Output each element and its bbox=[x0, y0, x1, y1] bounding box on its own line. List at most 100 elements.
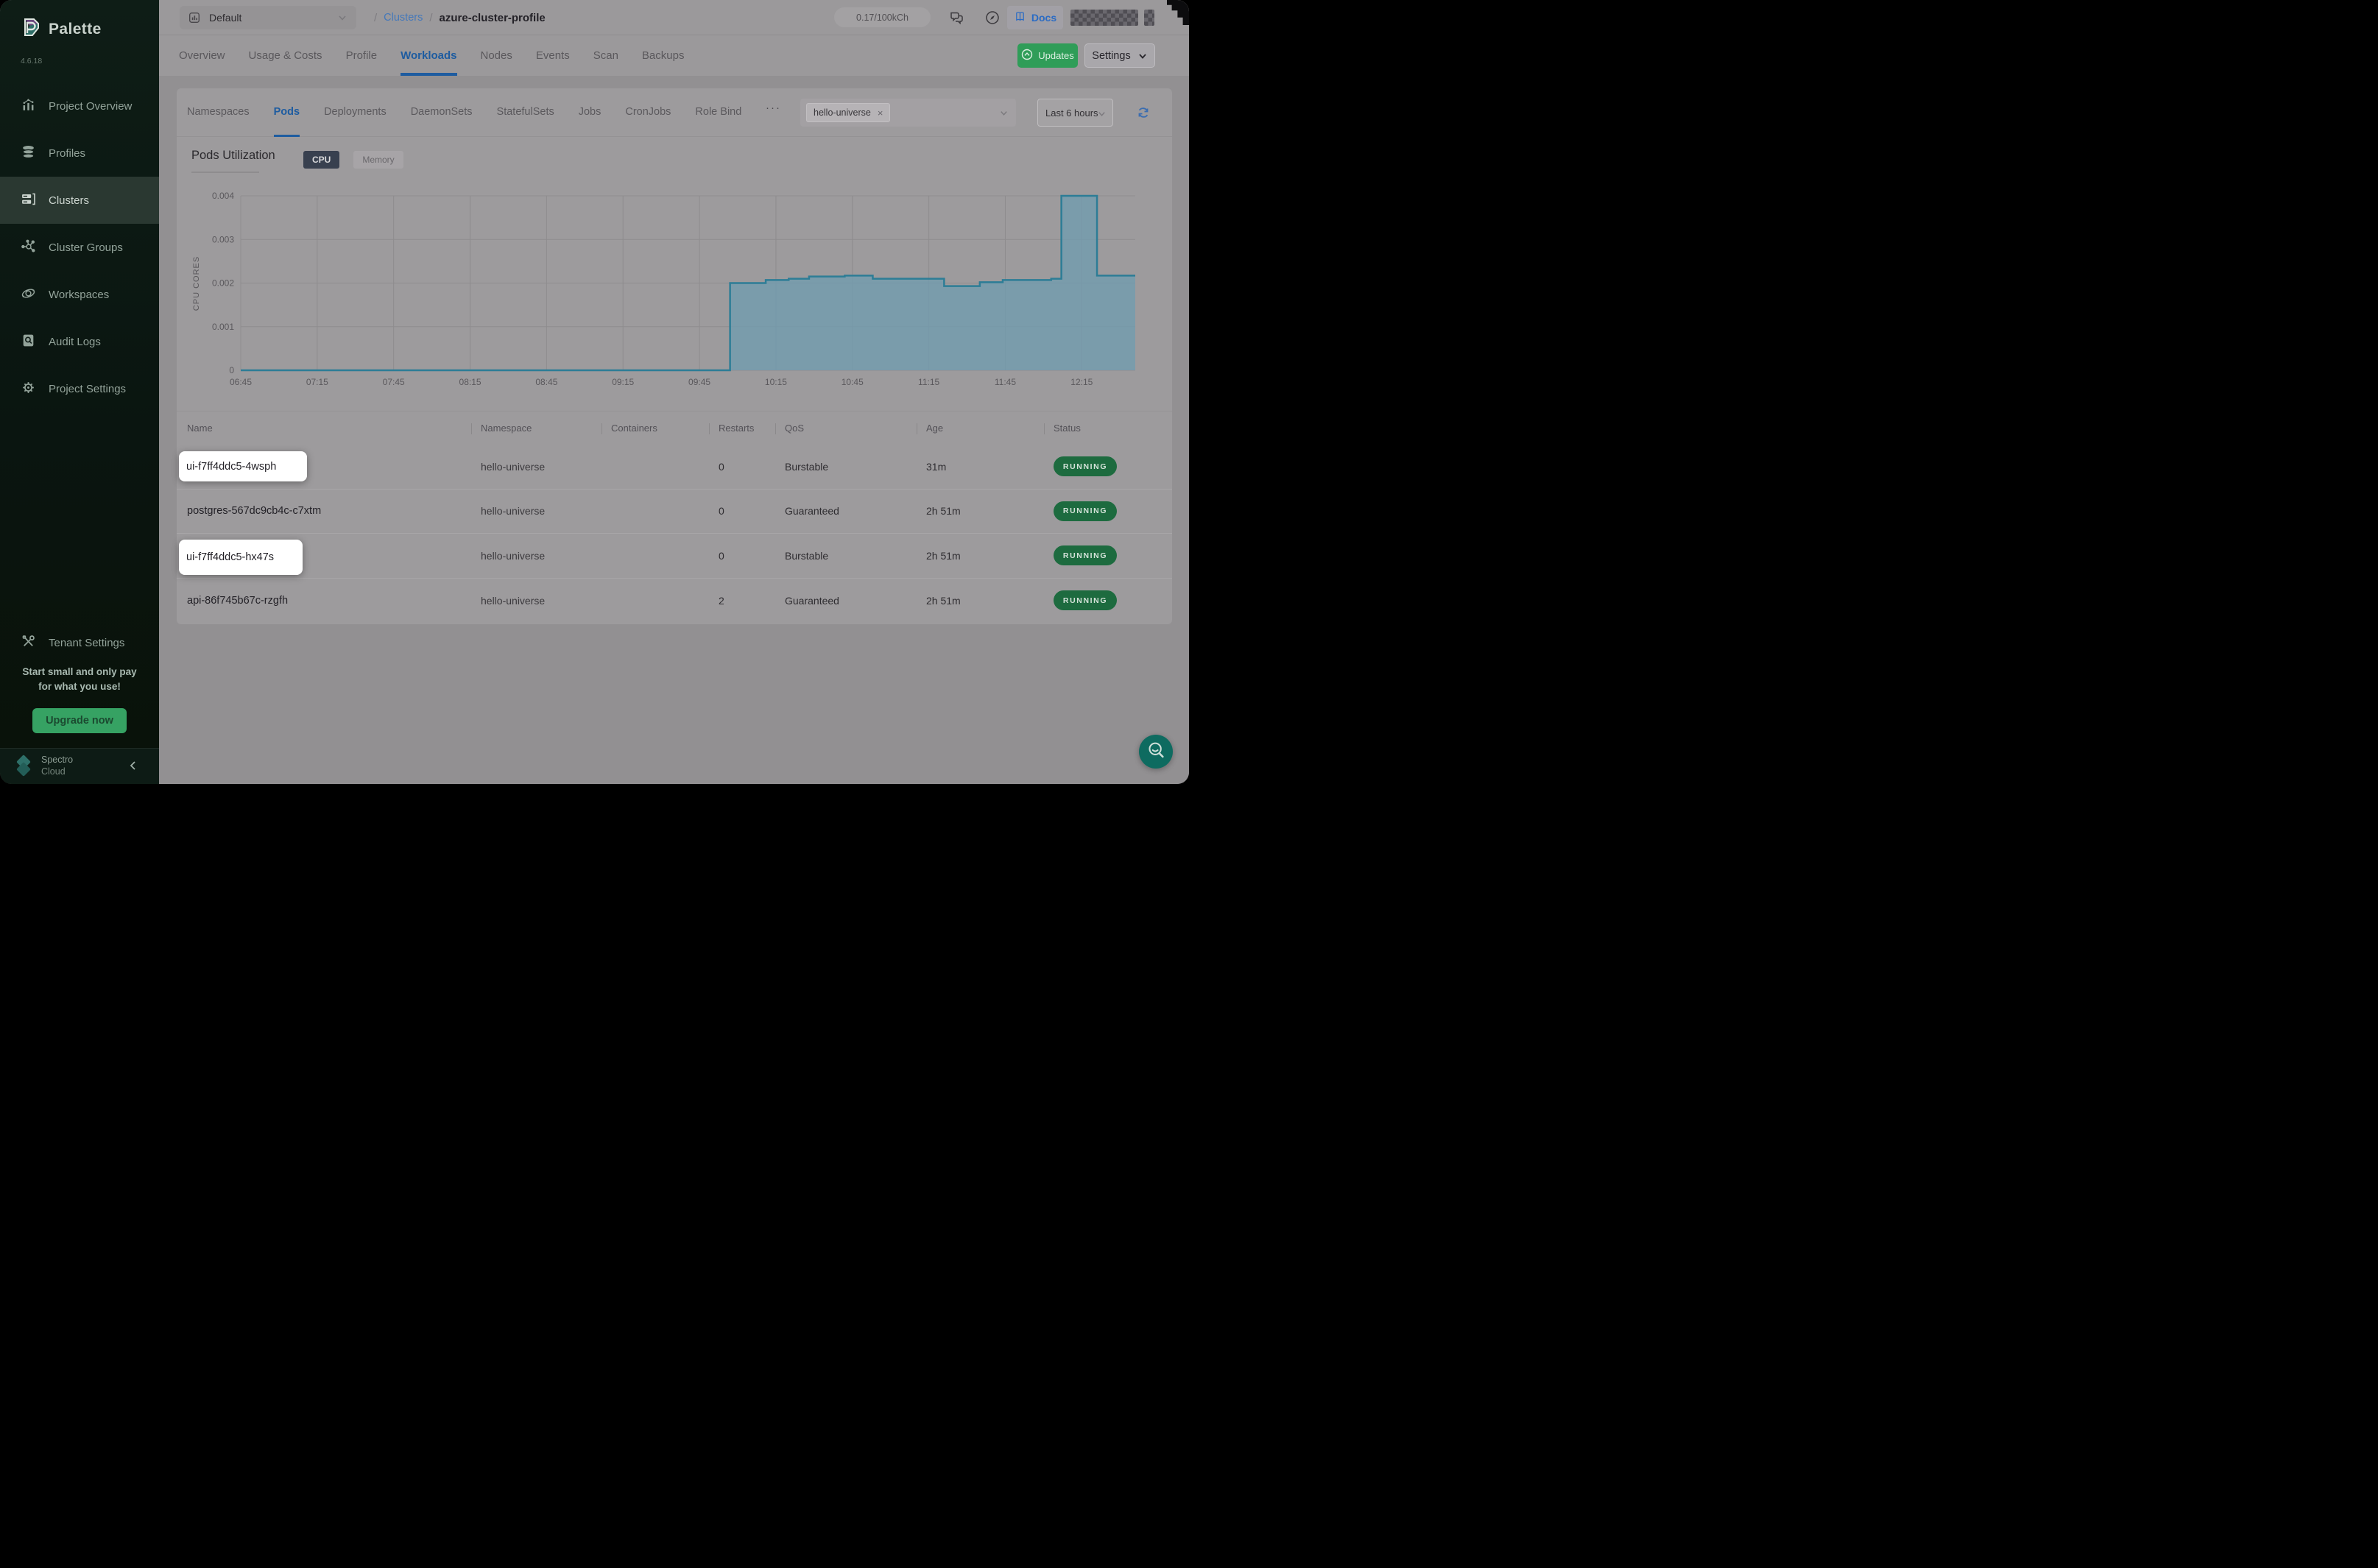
footer-brand-line2: Cloud bbox=[41, 766, 73, 778]
sidebar-item-profiles[interactable]: Profiles bbox=[0, 130, 159, 177]
spectro-cloud-logo-icon bbox=[15, 755, 35, 778]
tab-label: Overview bbox=[179, 49, 225, 62]
subtabs-overflow-button[interactable]: ··· bbox=[766, 102, 781, 114]
svg-text:06:45: 06:45 bbox=[230, 377, 252, 387]
pods-table-body: hello-universe0Burstable31mRUNNINGpostgr… bbox=[177, 445, 1172, 623]
svg-text:0: 0 bbox=[229, 365, 234, 375]
settings-button[interactable]: Settings bbox=[1084, 43, 1155, 68]
table-row[interactable]: hello-universe0Burstable2h 51mRUNNING bbox=[177, 534, 1172, 579]
spotlight-pod-name[interactable]: ui-f7ff4ddc5-4wsph bbox=[179, 451, 307, 481]
subtab-namespaces[interactable]: Namespaces bbox=[187, 88, 250, 137]
subtab-pods[interactable]: Pods bbox=[274, 88, 300, 137]
svg-text:12:15: 12:15 bbox=[1070, 377, 1093, 387]
filter-tag-label: hello-universe bbox=[814, 107, 871, 118]
tab-scan[interactable]: Scan bbox=[593, 35, 618, 76]
sidebar-item-clusters[interactable]: Clusters bbox=[0, 177, 159, 224]
status-badge: RUNNING bbox=[1054, 456, 1117, 476]
unit-toggle-memory[interactable]: Memory bbox=[353, 151, 403, 169]
subtab-label: CronJobs bbox=[625, 106, 671, 118]
svg-text:07:45: 07:45 bbox=[383, 377, 405, 387]
pod-qos-cell: Burstable bbox=[785, 550, 926, 562]
breadcrumb-link-clusters[interactable]: Clusters bbox=[384, 12, 423, 24]
sidebar-item-project-overview[interactable]: Project Overview bbox=[0, 82, 159, 130]
sidebar-item-audit-logs[interactable]: Audit Logs bbox=[0, 318, 159, 365]
sidebar-item-cluster-groups[interactable]: Cluster Groups bbox=[0, 224, 159, 271]
feedback-chat-icon[interactable] bbox=[948, 10, 964, 26]
clusters-icon bbox=[21, 191, 36, 210]
column-header-status: Status bbox=[1054, 423, 1142, 434]
tab-backups[interactable]: Backups bbox=[642, 35, 685, 76]
pod-restarts-cell: 0 bbox=[719, 461, 785, 473]
tab-overview[interactable]: Overview bbox=[179, 35, 225, 76]
table-row[interactable]: api-86f745b67c-rzgfhhello-universe2Guara… bbox=[177, 579, 1172, 624]
chevron-down-icon bbox=[337, 13, 347, 23]
pod-namespace-cell: hello-universe bbox=[481, 550, 611, 562]
sidebar-item-project-settings[interactable]: Project Settings bbox=[0, 365, 159, 412]
tab-label: Scan bbox=[593, 49, 618, 62]
search-fab-button[interactable] bbox=[1139, 735, 1173, 769]
subtab-jobs[interactable]: Jobs bbox=[579, 88, 601, 137]
sidebar-collapse-icon[interactable] bbox=[127, 759, 140, 776]
table-row[interactable]: hello-universe0Burstable31mRUNNING bbox=[177, 445, 1172, 490]
upgrade-now-button[interactable]: Upgrade now bbox=[32, 708, 127, 733]
tab-label: Profile bbox=[346, 49, 378, 62]
sidebar-item-label: Project Settings bbox=[49, 383, 126, 395]
redacted-username bbox=[1070, 10, 1138, 26]
refresh-icon[interactable] bbox=[1136, 105, 1151, 120]
breadcrumb-separator: / bbox=[429, 12, 432, 24]
column-header-containers: Containers bbox=[611, 423, 719, 434]
subtab-deployments[interactable]: Deployments bbox=[324, 88, 387, 137]
docs-button[interactable]: Docs bbox=[1007, 6, 1063, 29]
sidebar: Palette 4.6.18 Project OverviewProfilesC… bbox=[0, 0, 159, 784]
svg-text:08:45: 08:45 bbox=[535, 377, 557, 387]
tab-label: Events bbox=[536, 49, 570, 62]
namespace-filter-select[interactable]: hello-universe × bbox=[800, 99, 1016, 127]
remove-tag-icon[interactable]: × bbox=[878, 107, 883, 119]
pod-restarts-cell: 2 bbox=[719, 595, 785, 607]
time-range-select[interactable]: Last 6 hours bbox=[1037, 99, 1113, 127]
redacted-avatar bbox=[1144, 10, 1154, 26]
tab-nodes[interactable]: Nodes bbox=[481, 35, 512, 76]
pod-qos-cell: Burstable bbox=[785, 461, 926, 473]
sidebar-item-workspaces[interactable]: Workspaces bbox=[0, 271, 159, 318]
spotlight-pod-name[interactable]: ui-f7ff4ddc5-hx47s bbox=[179, 540, 303, 575]
tenant-settings-icon bbox=[21, 634, 36, 652]
tab-profile[interactable]: Profile bbox=[346, 35, 378, 76]
tab-workloads[interactable]: Workloads bbox=[401, 35, 456, 76]
tab-events[interactable]: Events bbox=[536, 35, 570, 76]
column-header-name: Name bbox=[187, 423, 481, 434]
svg-text:10:15: 10:15 bbox=[765, 377, 787, 387]
sidebar-item-label: Workspaces bbox=[49, 289, 109, 301]
svg-text:11:15: 11:15 bbox=[918, 377, 939, 387]
subtab-statefulsets[interactable]: StatefulSets bbox=[497, 88, 554, 137]
project-selector[interactable]: Default bbox=[180, 6, 356, 29]
sidebar-item-label: Cluster Groups bbox=[49, 241, 123, 254]
topbar: Default / Clusters / azure-cluster-profi… bbox=[159, 0, 1189, 35]
sidebar-nav: Project OverviewProfilesClusters Cluster … bbox=[0, 82, 159, 412]
svg-text:0.003: 0.003 bbox=[212, 234, 234, 244]
table-row[interactable]: postgres-567dc9cb4c-c7xtmhello-universe0… bbox=[177, 490, 1172, 534]
status-badge: RUNNING bbox=[1054, 545, 1117, 565]
unit-toggle-cpu[interactable]: CPU bbox=[303, 151, 339, 169]
tab-usage-costs[interactable]: Usage & Costs bbox=[249, 35, 322, 76]
breadcrumb: / Clusters / azure-cluster-profile bbox=[374, 0, 546, 35]
usage-quota-badge: 0.17/100kCh bbox=[834, 7, 931, 27]
compass-icon[interactable] bbox=[984, 10, 1001, 26]
tab-label: Nodes bbox=[481, 49, 512, 62]
main-area: Default / Clusters / azure-cluster-profi… bbox=[159, 0, 1189, 784]
subtab-cronjobs[interactable]: CronJobs bbox=[625, 88, 671, 137]
breadcrumb-separator: / bbox=[374, 12, 377, 24]
namespace-filter-tag: hello-universe × bbox=[806, 103, 890, 122]
tab-label: Backups bbox=[642, 49, 685, 62]
subtab-role-bind[interactable]: Role Bind bbox=[695, 88, 741, 137]
pod-namespace-cell: hello-universe bbox=[481, 505, 611, 517]
chart-area-fill bbox=[241, 196, 1135, 370]
pod-namespace-cell: hello-universe bbox=[481, 595, 611, 607]
updates-button[interactable]: Updates bbox=[1017, 43, 1078, 68]
svg-text:CPU CORES: CPU CORES bbox=[192, 256, 201, 311]
sidebar-item-tenant-settings[interactable]: Tenant Settings bbox=[0, 619, 159, 666]
subtab-daemonsets[interactable]: DaemonSets bbox=[411, 88, 473, 137]
chart-line bbox=[241, 196, 1135, 370]
subtab-label: StatefulSets bbox=[497, 106, 554, 118]
promo-line2: for what you use! bbox=[0, 679, 159, 694]
